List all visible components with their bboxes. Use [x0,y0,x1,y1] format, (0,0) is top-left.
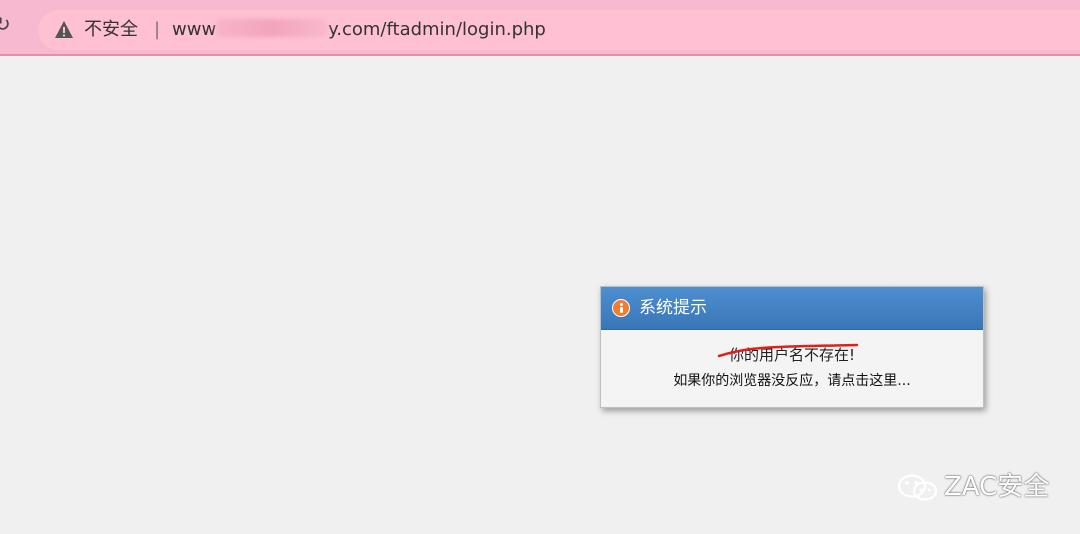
address-bar[interactable]: 不安全 | www y.com/ftadmin/login.php [38,10,1080,50]
address-separator: | [154,19,161,40]
redirect-link[interactable]: 如果你的浏览器没反应，请点击这里... [601,371,983,391]
url-prefix: www [172,19,217,40]
dialog-body: 你的用户名不存在! 如果你的浏览器没反应，请点击这里... [601,330,983,406]
url-text[interactable]: www y.com/ftadmin/login.php [172,19,546,41]
redacted-domain-blur [216,19,329,37]
url-suffix: y.com/ftadmin/login.php [328,19,546,40]
wechat-icon [897,474,938,501]
reload-icon[interactable]: ↻ [0,14,14,34]
dialog-header: 系统提示 [601,287,983,330]
warning-icon[interactable] [54,20,74,40]
watermark-text: ZAC安全 [944,472,1050,502]
security-status-label[interactable]: 不安全 [84,19,138,41]
browser-toolbar: ↻ 不安全 | www y.com/ftadmin/login.php [0,0,1080,56]
info-icon [612,299,630,317]
error-message: 你的用户名不存在! [728,346,855,364]
system-alert-dialog: 系统提示 你的用户名不存在! 如果你的浏览器没反应，请点击这里... [600,286,984,408]
dialog-title: 系统提示 [639,298,707,318]
